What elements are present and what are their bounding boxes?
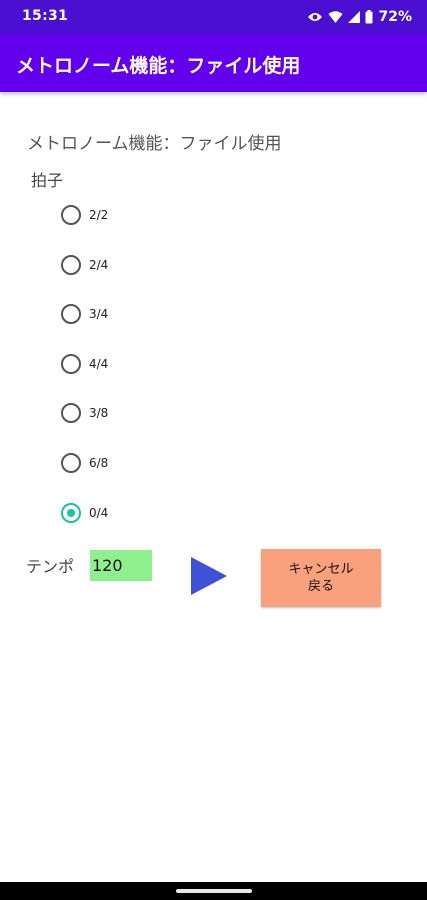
radio-button[interactable] [61,354,81,374]
radio-option[interactable]: 3/4 [61,302,181,326]
beat-label: 拍子 [31,171,64,190]
radio-option[interactable]: 2/2 [61,203,181,227]
radio-label: 3/4 [89,307,109,321]
wifi-icon [328,11,343,23]
tempo-label: テンポ [26,557,75,576]
play-icon [191,557,227,595]
home-handle[interactable] [176,889,252,893]
cancel-button-label: キャンセル [288,562,354,577]
radio-label: 0/4 [89,506,109,520]
radio-option[interactable]: 3/8 [61,401,181,425]
radio-button[interactable] [61,255,81,275]
battery-icon [365,10,373,24]
radio-option[interactable]: 2/4 [61,253,181,277]
tempo-input[interactable] [90,550,152,581]
radio-label: 2/4 [89,258,109,272]
battery-level: 72% [378,9,412,25]
status-icons: 72% [307,8,412,26]
radio-option[interactable]: 4/4 [61,352,181,376]
eye-icon [307,11,323,23]
radio-button[interactable] [61,304,81,324]
back-button-label: 戻る [307,579,334,594]
radio-button[interactable] [61,205,81,225]
status-bar: 15:31 72% [0,0,427,34]
app-title: メトロノーム機能：ファイル使用 [16,55,301,77]
radio-label: 6/8 [89,456,109,470]
radio-button-selected[interactable] [61,503,81,523]
signal-icon [348,11,361,23]
status-time: 15:31 [22,8,69,24]
cancel-button[interactable]: キャンセル 戻る [261,549,381,607]
radio-label: 3/8 [89,406,109,420]
radio-option[interactable]: 6/8 [61,451,181,475]
play-button[interactable] [190,556,228,596]
radio-label: 4/4 [89,357,109,371]
page-heading: メトロノーム機能：ファイル使用 [27,134,282,154]
radio-label: 2/2 [89,208,109,222]
radio-option[interactable]: 0/4 [61,501,181,525]
app-bar: メトロノーム機能：ファイル使用 [0,34,427,92]
radio-button[interactable] [61,403,81,423]
navigation-bar [0,882,427,900]
radio-button[interactable] [61,453,81,473]
